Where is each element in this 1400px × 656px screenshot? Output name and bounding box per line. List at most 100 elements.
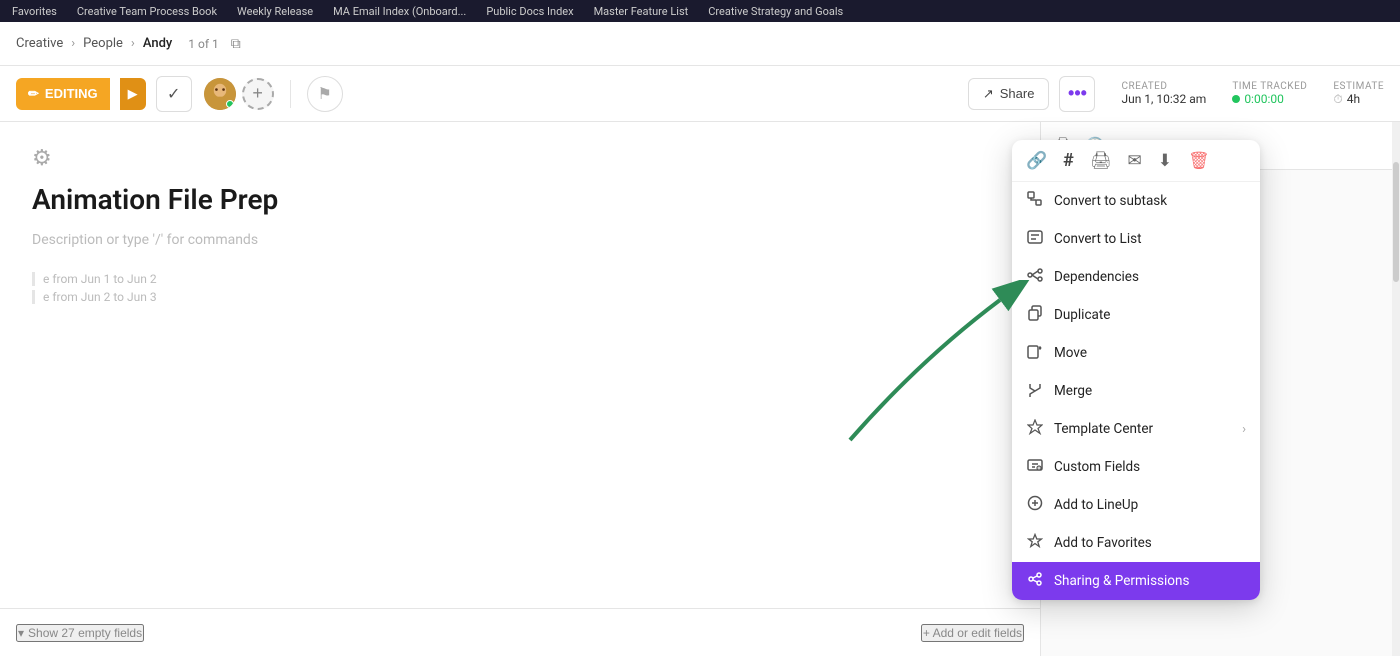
editing-label: EDITING	[45, 86, 98, 101]
nav-weekly-release[interactable]: Weekly Release	[237, 5, 313, 18]
ctx-mail-icon[interactable]: ✉	[1127, 151, 1141, 171]
breadcrumb-creative[interactable]: Creative	[16, 36, 63, 51]
move-icon	[1026, 343, 1044, 363]
nav-favorites[interactable]: Favorites	[12, 5, 57, 18]
task-icon-area: ⚙	[32, 146, 1008, 171]
share-icon: ↗	[983, 86, 994, 102]
time-tracked-value[interactable]: 0:00:00	[1232, 92, 1284, 106]
more-options-button[interactable]: •••	[1059, 76, 1095, 112]
estimate-value[interactable]: ⏱ 4h	[1333, 92, 1360, 107]
menu-item-merge[interactable]: Merge	[1012, 372, 1260, 410]
flag-button[interactable]: ⚑	[307, 76, 343, 112]
convert-subtask-label: Convert to subtask	[1054, 193, 1246, 209]
task-footnote-2: e from Jun 2 to Jun 3	[32, 290, 1008, 304]
created-value: Jun 1, 10:32 am	[1121, 92, 1206, 106]
plus-icon: +	[252, 83, 263, 104]
arrow-pointer	[840, 280, 1040, 460]
convert-list-label: Convert to List	[1054, 231, 1246, 247]
ctx-link-icon[interactable]: 🔗	[1026, 151, 1047, 171]
scroll-track	[1392, 122, 1400, 656]
menu-item-add-lineup[interactable]: Add to LineUp	[1012, 486, 1260, 524]
copy-link-icon[interactable]: ⧉	[231, 36, 241, 52]
custom-fields-label: Custom Fields	[1054, 459, 1246, 475]
convert-list-icon	[1026, 229, 1044, 249]
add-favorites-icon	[1026, 533, 1044, 553]
more-dots-icon: •••	[1068, 83, 1087, 104]
created-meta: CREATED Jun 1, 10:32 am	[1121, 81, 1206, 106]
convert-subtask-icon	[1026, 191, 1044, 211]
top-nav: Favorites Creative Team Process Book Wee…	[0, 0, 1400, 22]
task-footnote-1: e from Jun 1 to Jun 2	[32, 272, 1008, 286]
ctx-hash-icon[interactable]: #	[1063, 150, 1074, 171]
add-edit-fields-button[interactable]: + Add or edit fields	[921, 624, 1024, 642]
estimate-icon: ⏱	[1333, 92, 1342, 107]
time-tracked-meta: TIME TRACKED 0:00:00	[1232, 81, 1307, 106]
duplicate-label: Duplicate	[1054, 307, 1246, 323]
avatar[interactable]	[202, 76, 238, 112]
task-area: ⚙ Animation File Prep Description or typ…	[0, 122, 1040, 656]
ctx-trash-icon[interactable]: 🗑	[1188, 151, 1210, 171]
breadcrumb-bar: Creative › People › Andy 1 of 1 ⧉	[0, 22, 1400, 66]
template-center-arrow: ›	[1242, 422, 1246, 437]
created-label: CREATED	[1121, 81, 1167, 92]
check-icon: ✓	[167, 84, 180, 104]
duplicate-icon	[1026, 305, 1044, 325]
merge-label: Merge	[1054, 383, 1246, 399]
breadcrumb-andy[interactable]: Andy	[143, 36, 172, 51]
add-member-button[interactable]: +	[242, 78, 274, 110]
task-title[interactable]: Animation File Prep	[32, 183, 1008, 216]
menu-item-add-favorites[interactable]: Add to Favorites	[1012, 524, 1260, 562]
toolbar-divider	[290, 80, 291, 108]
add-lineup-icon	[1026, 495, 1044, 515]
check-button[interactable]: ✓	[156, 76, 192, 112]
breadcrumb-people[interactable]: People	[83, 36, 123, 51]
share-button[interactable]: ↗ Share	[968, 78, 1050, 110]
add-lineup-label: Add to LineUp	[1054, 497, 1246, 513]
template-center-icon	[1026, 419, 1044, 439]
nav-creative-process[interactable]: Creative Team Process Book	[77, 5, 217, 18]
ctx-download-icon[interactable]: ⬇	[1158, 151, 1172, 171]
time-tracked-label: TIME TRACKED	[1232, 81, 1307, 92]
dependencies-label: Dependencies	[1054, 269, 1246, 285]
nav-master-feature[interactable]: Master Feature List	[594, 5, 689, 18]
editing-button[interactable]: ✏ EDITING	[16, 78, 110, 110]
editing-pencil-icon: ✏	[28, 86, 39, 102]
move-label: Move	[1054, 345, 1246, 361]
breadcrumb-sep-2: ›	[131, 36, 135, 51]
context-menu: 🔗 # 🖨 ✉ ⬇ 🗑 Convert to subtask Convert t…	[1012, 140, 1260, 600]
show-empty-fields-button[interactable]: ▾ Show 27 empty fields	[16, 624, 144, 642]
scroll-thumb	[1393, 162, 1399, 282]
menu-item-move[interactable]: Move	[1012, 334, 1260, 372]
chevron-down-icon: ▾	[18, 626, 24, 640]
menu-item-duplicate[interactable]: Duplicate	[1012, 296, 1260, 334]
add-favorites-label: Add to Favorites	[1054, 535, 1246, 551]
nav-ma-email[interactable]: MA Email Index (Onboard...	[333, 5, 466, 18]
online-status-dot	[226, 100, 234, 108]
sharing-label: Sharing & Permissions	[1054, 573, 1246, 589]
dependencies-icon	[1026, 267, 1044, 287]
menu-item-sharing[interactable]: Sharing & Permissions	[1012, 562, 1260, 600]
toolbar: ✏ EDITING ▶ ✓ + ⚑	[0, 66, 1400, 122]
sharing-icon	[1026, 571, 1044, 591]
nav-public-docs[interactable]: Public Docs Index	[486, 5, 573, 18]
share-label: Share	[1000, 86, 1035, 101]
menu-item-template-center[interactable]: Template Center ›	[1012, 410, 1260, 448]
ctx-print-icon[interactable]: 🖨	[1090, 151, 1112, 171]
menu-item-dependencies[interactable]: Dependencies	[1012, 258, 1260, 296]
context-menu-icon-row: 🔗 # 🖨 ✉ ⬇ 🗑	[1012, 140, 1260, 182]
menu-item-convert-subtask[interactable]: Convert to subtask	[1012, 182, 1260, 220]
nav-creative-strategy[interactable]: Creative Strategy and Goals	[708, 5, 843, 18]
show-fields-label: Show 27 empty fields	[28, 626, 142, 640]
merge-icon	[1026, 381, 1044, 401]
task-description[interactable]: Description or type '/' for commands	[32, 232, 1008, 248]
menu-item-convert-list[interactable]: Convert to List	[1012, 220, 1260, 258]
flag-icon: ⚑	[317, 84, 331, 104]
bottom-bar: ▾ Show 27 empty fields + Add or edit fie…	[0, 608, 1040, 656]
avatar-group: +	[202, 76, 274, 112]
breadcrumb-sep-1: ›	[71, 36, 75, 51]
menu-item-custom-fields[interactable]: Custom Fields	[1012, 448, 1260, 486]
editing-dropdown-button[interactable]: ▶	[120, 78, 146, 110]
template-center-label: Template Center	[1054, 421, 1232, 437]
estimate-meta: ESTIMATE ⏱ 4h	[1333, 81, 1384, 107]
settings-icon: ⚙	[32, 146, 52, 171]
